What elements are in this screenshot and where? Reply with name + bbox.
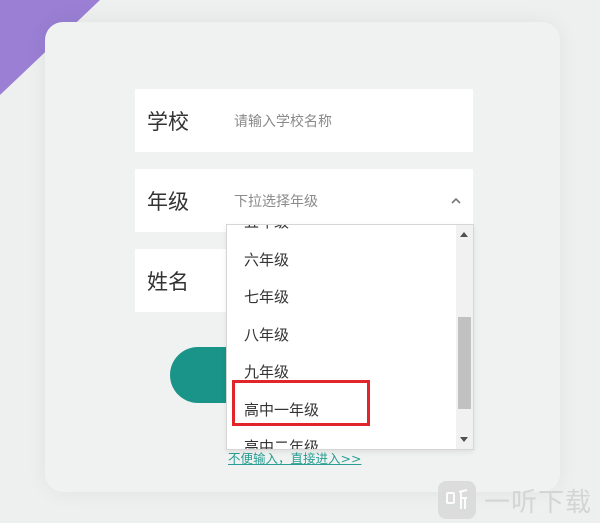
grade-option[interactable]: 五年级 [227, 225, 457, 242]
grade-option[interactable]: 高中二年级 [227, 429, 457, 449]
grade-option[interactable]: 八年级 [227, 317, 457, 355]
watermark: 一听下载 [437, 480, 592, 520]
scroll-down-arrow-icon[interactable] [460, 437, 468, 442]
grade-select[interactable]: 年级 下拉选择年级 [135, 169, 473, 232]
school-field[interactable]: 学校 请输入学校名称 [135, 89, 473, 152]
watermark-text: 一听下载 [483, 487, 592, 518]
school-label: 学校 [147, 109, 189, 134]
scrollbar-thumb[interactable] [458, 317, 471, 409]
highlight-box [232, 380, 370, 426]
grade-option[interactable]: 七年级 [227, 279, 457, 317]
chevron-up-icon[interactable] [449, 194, 463, 208]
skip-link[interactable]: 不便输入，直接进入>> [228, 448, 361, 467]
name-label: 姓名 [147, 269, 189, 294]
grade-label: 年级 [147, 189, 189, 214]
watermark-logo-icon [437, 481, 476, 519]
dropdown-scrollbar[interactable] [456, 225, 473, 449]
scroll-up-arrow-icon[interactable] [460, 232, 468, 237]
school-input[interactable]: 请输入学校名称 [234, 111, 332, 131]
grade-select-value[interactable]: 下拉选择年级 [234, 191, 318, 211]
grade-option[interactable]: 六年级 [227, 242, 457, 280]
